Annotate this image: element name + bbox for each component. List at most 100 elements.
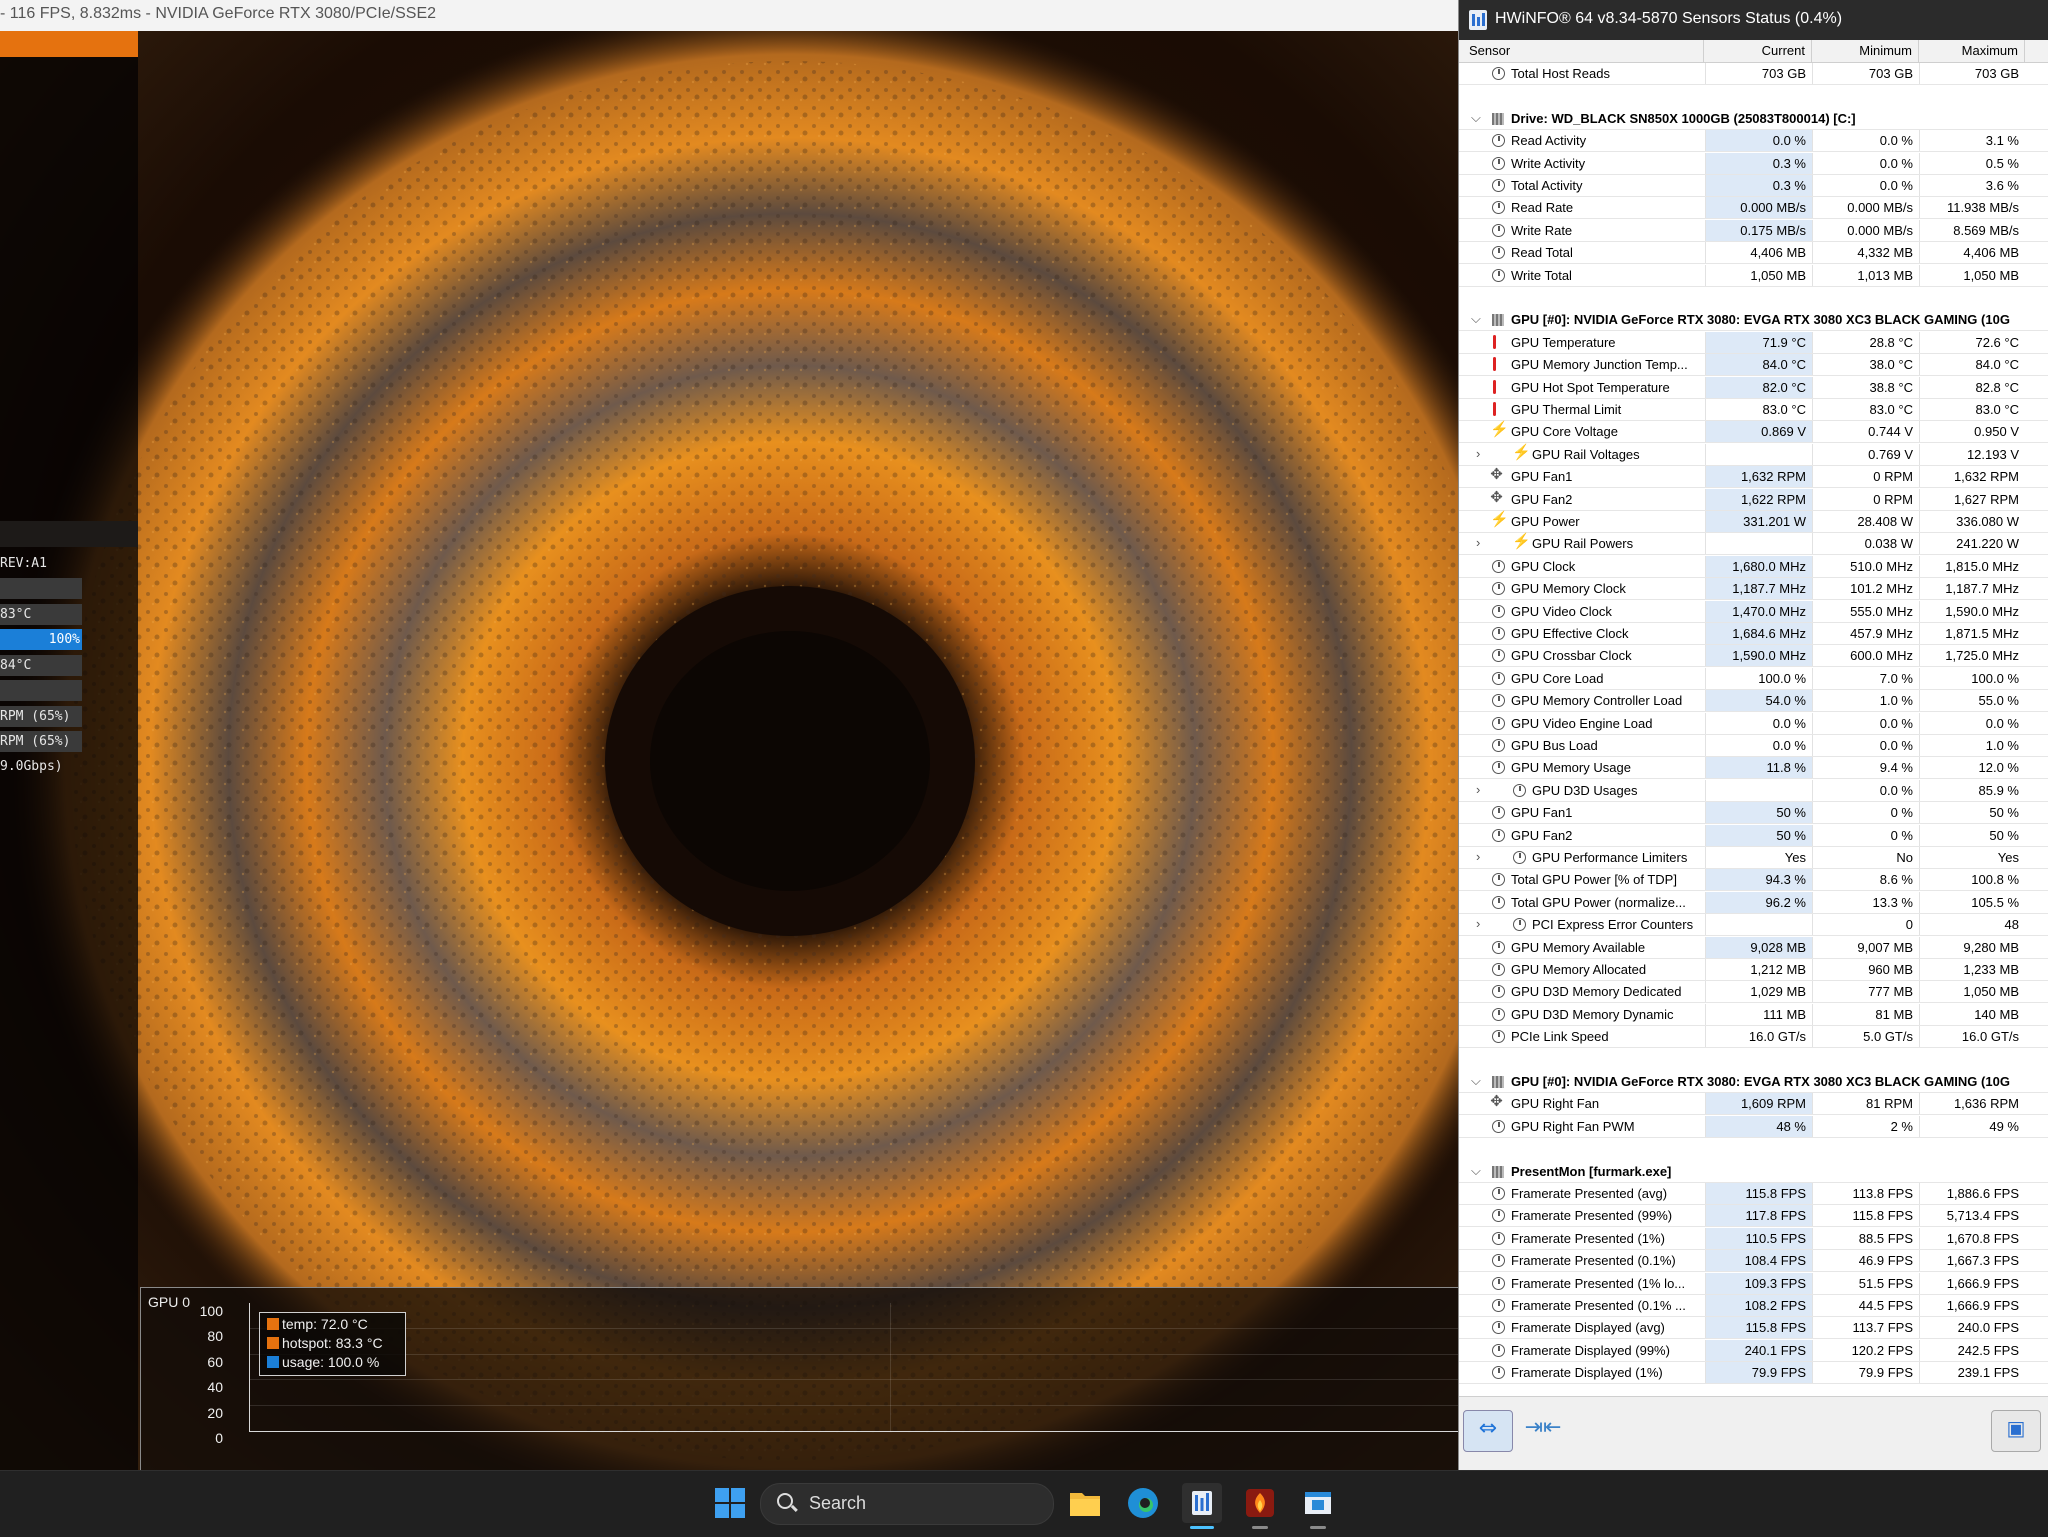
expand-chevron-icon[interactable]: › [1476, 916, 1480, 931]
sensor-row[interactable]: › ⚡ GPU Rail Powers 0.038 W 241.220 W [1459, 533, 2048, 556]
hardware-chip-icon [1492, 1076, 1504, 1088]
sensor-row[interactable]: GPU Fan1 50 % 0 % 50 % [1459, 802, 2048, 825]
furmark-taskbar-icon[interactable] [1240, 1483, 1280, 1529]
clock-icon [1492, 1007, 1505, 1021]
sensor-row[interactable]: Total GPU Power [% of TDP] 94.3 % 8.6 % 100… [1459, 869, 2048, 892]
sensor-row[interactable]: GPU Memory Available 9,028 MB 9,007 MB 9,28… [1459, 936, 2048, 959]
minimum-value: 38.0 °C [1812, 354, 1919, 376]
sensor-row[interactable]: Framerate Presented (1% lo... 109.3 FPS 51… [1459, 1272, 2048, 1295]
column-header-sensor[interactable]: Sensor [1459, 40, 1704, 62]
sensor-row[interactable]: GPU Temperature 71.9 °C 28.8 °C 72.6 °C [1459, 331, 2048, 354]
sensor-row[interactable]: Framerate Presented (0.1%) 108.4 FPS 46.9 … [1459, 1250, 2048, 1273]
sensor-row[interactable]: GPU Memory Clock 1,187.7 MHz 101.2 MHz 1,18… [1459, 578, 2048, 601]
sensor-row[interactable]: GPU Thermal Limit 83.0 °C 83.0 °C 83.0 °C [1459, 399, 2048, 421]
collapse-chevron-icon[interactable]: ⌵ [1471, 1163, 1481, 1179]
sensor-table-body[interactable]: Total Host Reads 703 GB 703 GB 703 GB ⌵ Drive… [1459, 63, 2048, 1396]
sensor-row[interactable]: GPU Effective Clock 1,684.6 MHz 457.9 MHz 1… [1459, 623, 2048, 645]
sensor-row[interactable]: GPU Clock 1,680.0 MHz 510.0 MHz 1,815.0 MHz [1459, 555, 2048, 578]
taskbar-search-box[interactable]: Search [760, 1483, 1054, 1525]
sensor-row[interactable]: GPU Video Clock 1,470.0 MHz 555.0 MHz 1,590… [1459, 600, 2048, 623]
expand-chevron-icon[interactable]: › [1476, 535, 1480, 550]
maximum-value: 336.080 W [1919, 511, 2025, 532]
start-icon[interactable] [710, 1483, 750, 1523]
sensor-row[interactable]: Total GPU Power (normalize... 96.2 % 13.3 … [1459, 891, 2048, 914]
sensor-row[interactable]: Read Rate 0.000 MB/s 0.000 MB/s 11.938 MB/s [1459, 197, 2048, 220]
collapse-all-button[interactable]: ⇥⇤ [1519, 1410, 1567, 1450]
clock-icon [1513, 851, 1526, 864]
edge-icon[interactable] [1123, 1483, 1163, 1523]
y-tick-label: 0 [215, 1430, 223, 1446]
sensor-row[interactable]: › GPU Performance Limiters Yes No Yes [1459, 847, 2048, 869]
collapse-chevron-icon[interactable]: ⌵ [1471, 311, 1481, 327]
sensor-row[interactable]: GPU D3D Memory Dedicated 1,029 MB 777 MB 1,… [1459, 981, 2048, 1004]
sensor-row[interactable]: Framerate Displayed (1%) 79.9 FPS 79.9 FPS… [1459, 1362, 2048, 1385]
configure-button[interactable]: ▣ [1991, 1410, 2041, 1452]
sensor-row[interactable]: GPU Bus Load 0.0 % 0.0 % 1.0 % [1459, 735, 2048, 757]
maximum-value: 1,187.7 MHz [1919, 578, 2025, 600]
sensor-row[interactable]: Total Host Reads 703 GB 703 GB 703 GB [1459, 63, 2048, 85]
sensor-row[interactable]: Read Activity 0.0 % 0.0 % 3.1 % [1459, 130, 2048, 153]
expand-chevron-icon[interactable]: › [1476, 782, 1480, 797]
clock-icon [1492, 940, 1505, 954]
minimum-value: 960 MB [1812, 959, 1919, 980]
sensor-row[interactable]: Total Activity 0.3 % 0.0 % 3.6 % [1459, 175, 2048, 197]
sensor-row[interactable]: ✥ GPU Fan2 1,622 RPM 0 RPM 1,627 RPM [1459, 488, 2048, 511]
sensor-group-row[interactable]: ⌵ GPU [#0]: NVIDIA GeForce RTX 3080: EVGA… [1459, 309, 2048, 332]
expand-chevron-icon[interactable]: › [1476, 849, 1480, 864]
sensor-row[interactable]: ✥ GPU Fan1 1,632 RPM 0 RPM 1,632 RPM [1459, 466, 2048, 489]
sensor-row[interactable]: ⚡ GPU Power 331.201 W 28.408 W 336.080 W [1459, 511, 2048, 533]
minimum-value: 555.0 MHz [1812, 600, 1919, 622]
collapse-chevron-icon[interactable]: ⌵ [1471, 1073, 1481, 1089]
clock-icon [1492, 1299, 1505, 1312]
gpu-usage-bar-row: 100% [0, 629, 82, 650]
sensor-row[interactable]: GPU D3D Memory Dynamic 111 MB 81 MB 140 MB [1459, 1003, 2048, 1026]
file-explorer-icon[interactable] [1065, 1483, 1105, 1523]
sensor-row[interactable]: › PCI Express Error Counters 0 48 [1459, 914, 2048, 937]
sensor-row[interactable]: Framerate Presented (99%) 117.8 FPS 115.8 … [1459, 1205, 2048, 1228]
sensor-row[interactable]: GPU Core Load 100.0 % 7.0 % 100.0 % [1459, 667, 2048, 690]
column-header-current[interactable]: Current [1705, 40, 1812, 62]
sensor-row[interactable]: GPU Memory Controller Load 54.0 % 1.0 % 55.… [1459, 690, 2048, 713]
minimum-value: 44.5 FPS [1812, 1295, 1919, 1316]
furmark-titlebar[interactable]: - 116 FPS, 8.832ms - NVIDIA GeForce RTX … [0, 0, 1458, 32]
hwinfo-titlebar[interactable]: HWiNFO® 64 v8.34-5870 Sensors Status (0.… [1459, 0, 2048, 40]
clock-icon [1492, 1231, 1505, 1245]
sensor-row[interactable]: GPU Memory Usage 11.8 % 9.4 % 12.0 % [1459, 757, 2048, 780]
sensor-row[interactable]: › ⚡ GPU Rail Voltages 0.769 V 12.193 V [1459, 443, 2048, 466]
sensor-row[interactable]: ✥ GPU Right Fan 1,609 RPM 81 RPM 1,636 RPM [1459, 1093, 2048, 1116]
sensor-group-row[interactable]: ⌵ GPU [#0]: NVIDIA GeForce RTX 3080: EVGA… [1459, 1071, 2048, 1093]
sensor-row[interactable]: Write Total 1,050 MB 1,013 MB 1,050 MB [1459, 264, 2048, 287]
sensor-row[interactable]: Framerate Presented (1%) 110.5 FPS 88.5 FP… [1459, 1227, 2048, 1250]
sensor-row[interactable]: › GPU D3D Usages 0.0 % 85.9 % [1459, 779, 2048, 802]
sensor-row[interactable]: GPU Memory Junction Temp... 84.0 °C 38.0 °… [1459, 354, 2048, 377]
sensor-row[interactable]: Read Total 4,406 MB 4,332 MB 4,406 MB [1459, 242, 2048, 265]
sensor-group-row[interactable]: ⌵ PresentMon [furmark.exe] [1459, 1161, 2048, 1183]
sensor-row[interactable]: GPU Memory Allocated 1,212 MB 960 MB 1,233 … [1459, 959, 2048, 981]
sensor-row[interactable]: ⚡ GPU Core Voltage 0.869 V 0.744 V 0.950 V [1459, 421, 2048, 444]
collapse-chevron-icon[interactable]: ⌵ [1471, 110, 1481, 126]
sensor-row[interactable]: GPU Hot Spot Temperature 82.0 °C 38.8 °C 82… [1459, 376, 2048, 399]
column-header-maximum[interactable]: Maximum [1919, 40, 2025, 62]
monitors-icon: ▣ [2006, 1416, 2026, 1440]
minimum-value: 0.0 % [1812, 779, 1919, 801]
maximum-value: 9,280 MB [1919, 936, 2025, 958]
sensor-row[interactable]: Framerate Presented (avg) 115.8 FPS 113.8 … [1459, 1183, 2048, 1205]
sensor-row[interactable]: Framerate Displayed (avg) 115.8 FPS 113.7 … [1459, 1317, 2048, 1340]
sensor-row[interactable]: PCIe Link Speed 16.0 GT/s 5.0 GT/s 16.0 GT/… [1459, 1026, 2048, 1049]
sensor-row[interactable]: Framerate Presented (0.1% ... 108.2 FPS 44… [1459, 1295, 2048, 1317]
column-header-minimum[interactable]: Minimum [1812, 40, 1919, 62]
minimum-value: 38.8 °C [1812, 376, 1919, 398]
maximum-value: 0.0 % [1919, 712, 2025, 734]
sensor-group-row[interactable]: ⌵ Drive: WD_BLACK SN850X 1000GB (25083T80… [1459, 108, 2048, 130]
sensor-row[interactable]: GPU Crossbar Clock 1,590.0 MHz 600.0 MHz 1,… [1459, 645, 2048, 668]
expand-all-button[interactable]: ⇔ [1463, 1410, 1513, 1452]
sensor-row[interactable]: Write Rate 0.175 MB/s 0.000 MB/s 8.569 MB/s [1459, 219, 2048, 242]
sensor-row[interactable]: Write Activity 0.3 % 0.0 % 0.5 % [1459, 152, 2048, 175]
hwinfo-taskbar-icon[interactable] [1182, 1483, 1222, 1529]
sensor-row[interactable]: GPU Fan2 50 % 0 % 50 % [1459, 824, 2048, 847]
sensor-row[interactable]: GPU Video Engine Load 0.0 % 0.0 % 0.0 % [1459, 712, 2048, 735]
app-taskbar-icon[interactable] [1298, 1483, 1338, 1529]
sensor-row[interactable]: GPU Right Fan PWM 48 % 2 % 49 % [1459, 1115, 2048, 1138]
expand-chevron-icon[interactable]: › [1476, 446, 1480, 461]
sensor-row[interactable]: Framerate Displayed (99%) 240.1 FPS 120.2 … [1459, 1339, 2048, 1362]
